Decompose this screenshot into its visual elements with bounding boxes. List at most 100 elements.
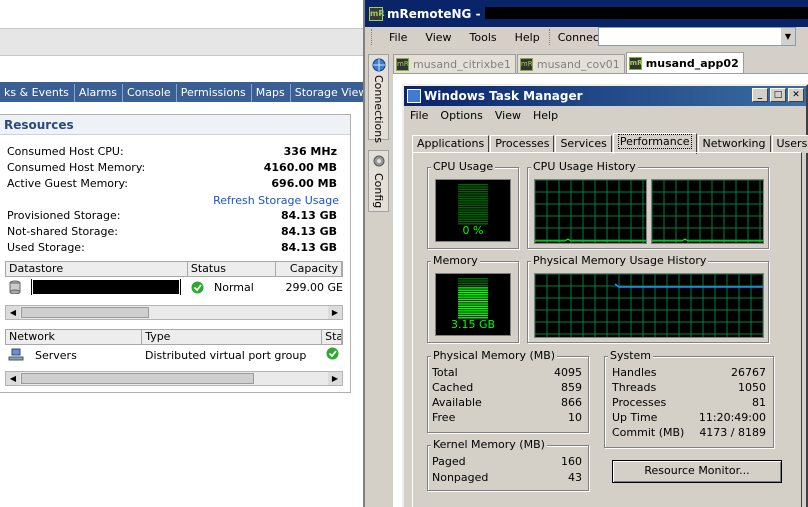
rdp-icon: mR: [628, 56, 642, 70]
scroll-right-icon[interactable]: ▶: [328, 372, 342, 385]
gauge-segment: [458, 186, 488, 188]
sidebar-tab-connections[interactable]: Connections: [368, 54, 389, 143]
mremoteng-logo-icon: mR: [369, 6, 385, 21]
memory-group: Memory 3.15 GB: [427, 254, 519, 343]
scroll-thumb[interactable]: [21, 307, 149, 318]
resources-panel: Resources Consumed Host CPU: 336 MHz Con…: [0, 114, 351, 393]
task-manager-icon: [407, 89, 421, 103]
redacted-title: [485, 7, 808, 19]
tab-tasks-events[interactable]: ks & Events: [0, 84, 75, 102]
consumed-cpu-row: Consumed Host CPU: 336 MHz: [7, 145, 337, 158]
tab-musand-app02[interactable]: mR musand_app02: [625, 52, 744, 73]
redacted-datastore-name: [32, 279, 180, 295]
refresh-storage-link[interactable]: Refresh Storage Usage: [213, 194, 339, 207]
scroll-left-icon[interactable]: ◀: [6, 306, 20, 319]
close-icon[interactable]: ✕: [788, 88, 804, 102]
gauge-segment: [458, 314, 488, 317]
tab-processes[interactable]: Processes: [490, 135, 555, 153]
tab-applications[interactable]: Applications: [412, 135, 490, 153]
tab-networking[interactable]: Networking: [697, 135, 771, 153]
cpu-history-grid: [534, 179, 646, 243]
datastore-status: Normal: [214, 280, 254, 294]
scroll-left-icon[interactable]: ◀: [6, 372, 20, 385]
stat-label: Handles: [612, 366, 657, 379]
col-type[interactable]: Type: [142, 330, 323, 344]
menu-tools[interactable]: Tools: [461, 31, 506, 44]
tm-menu-view[interactable]: View: [495, 109, 521, 122]
tm-menu-file[interactable]: File: [410, 109, 428, 122]
consumed-cpu-value: 336 MHz: [283, 145, 337, 158]
cpu-history-label: CPU Usage History: [531, 160, 638, 174]
tab-musand-citrixbe1[interactable]: mR musand_citrixbe1: [393, 54, 516, 73]
gauge-segment: [458, 220, 488, 223]
memory-gauge: 3.15 GB: [435, 273, 511, 336]
tab-console[interactable]: Console: [123, 84, 177, 102]
consumed-mem-value: 4160.00 MB: [263, 161, 337, 174]
col-status-net[interactable]: Sta: [322, 330, 343, 344]
stat-label: Free: [432, 411, 456, 424]
system-uptime-value: 11:20:49:00: [698, 411, 766, 424]
gauge-segment: [458, 211, 488, 213]
kernel-memory-label: Kernel Memory (MB): [431, 438, 547, 452]
tab-alarms[interactable]: Alarms: [75, 84, 124, 102]
network-hscrollbar[interactable]: ◀ ▶: [5, 371, 343, 386]
gauge-segment: [458, 303, 488, 305]
toolbar-grip[interactable]: [371, 29, 374, 45]
chevron-down-icon[interactable]: ▼: [781, 28, 795, 45]
tm-menu-options[interactable]: Options: [440, 109, 482, 122]
tab-label: musand_app02: [645, 56, 739, 70]
network-table: Network Type Sta Servers Distributed vir…: [5, 329, 343, 365]
tab-musand-cov01[interactable]: mR musand_cov01: [516, 54, 625, 73]
tm-menu-help[interactable]: Help: [533, 109, 558, 122]
maximize-icon[interactable]: □: [770, 88, 786, 102]
tab-performance[interactable]: Performance: [612, 133, 697, 154]
col-network[interactable]: Network: [6, 330, 143, 344]
menu-view[interactable]: View: [416, 31, 460, 44]
datastore-capacity: 299.00 GE: [285, 280, 343, 294]
memory-history-label: Physical Memory Usage History: [531, 254, 709, 268]
provisioned-value: 84.13 GB: [280, 209, 337, 222]
network-icon: [8, 348, 24, 361]
minimize-icon[interactable]: _: [752, 88, 768, 102]
memory-history-grid: [534, 273, 764, 337]
table-row[interactable]: Normal 299.00 GE: [5, 277, 343, 297]
tab-users[interactable]: Users: [771, 135, 808, 153]
col-datastore[interactable]: Datastore: [6, 262, 188, 276]
gauge-segment: [458, 284, 488, 287]
physical-memory-group: Physical Memory (MB) Total 4095 Cached 859…: [427, 349, 589, 433]
scroll-thumb[interactable]: [21, 373, 254, 384]
scroll-right-icon[interactable]: ▶: [328, 306, 342, 319]
tab-permissions[interactable]: Permissions: [177, 84, 252, 102]
mremoteng-titlebar: mR mRemoteNG - C: [365, 0, 808, 27]
col-status[interactable]: Status: [188, 262, 277, 276]
gauge-segment: [458, 184, 488, 186]
gauge-segment: [458, 307, 488, 310]
toolbar-grip[interactable]: [548, 29, 552, 45]
physical-total-value: 4095: [554, 366, 582, 379]
consumed-mem-row: Consumed Host Memory: 4160.00 MB: [7, 161, 337, 174]
table-row[interactable]: Servers Distributed virtual port group: [5, 345, 343, 365]
sidebar-tab-config[interactable]: Config: [368, 150, 389, 212]
gauge-segment: [458, 207, 488, 209]
resources-title: Resources: [0, 115, 350, 135]
network-type: Distributed virtual port group: [145, 348, 307, 362]
datastore-hscrollbar[interactable]: ◀ ▶: [5, 305, 343, 320]
gauge-segment: [458, 209, 488, 211]
cpu-usage-group: CPU Usage 0 %: [427, 160, 519, 249]
system-handles-value: 26767: [731, 366, 766, 379]
resource-monitor-button[interactable]: Resource Monitor...: [612, 460, 782, 483]
task-manager-tabs: Applications Processes Services Performa…: [412, 132, 808, 154]
vsphere-tab-bar: ks & Events Alarms Console Permissions M…: [0, 82, 363, 102]
connect-input[interactable]: ▼: [598, 27, 796, 46]
task-manager-titlebar: Windows Task Manager _ □ ✕: [404, 86, 806, 106]
memory-history-graph: [534, 273, 764, 338]
tab-maps[interactable]: Maps: [252, 84, 291, 102]
task-manager-title: Windows Task Manager: [424, 89, 583, 103]
col-capacity[interactable]: Capacity: [276, 262, 342, 276]
menu-help[interactable]: Help: [506, 31, 549, 44]
tab-services[interactable]: Services: [555, 135, 612, 153]
toolbar-strip: [0, 28, 363, 56]
tab-storage-views[interactable]: Storage Views: [291, 84, 363, 102]
datastore-header: Datastore Status Capacity: [5, 261, 343, 277]
menu-file[interactable]: File: [380, 31, 416, 44]
